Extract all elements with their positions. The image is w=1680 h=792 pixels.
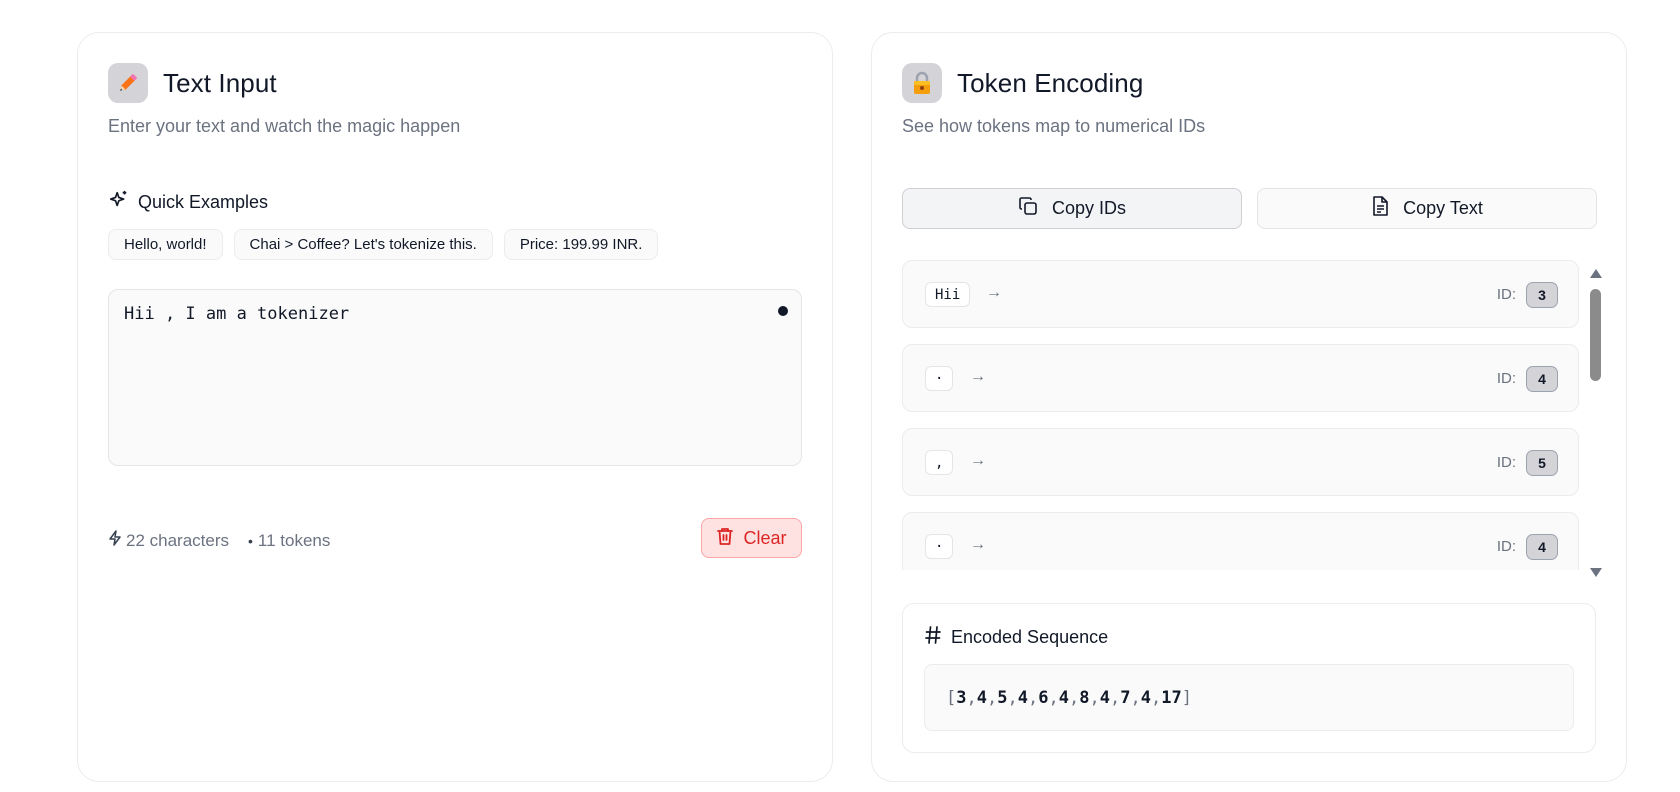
token-chip: · xyxy=(925,534,954,559)
sequence-id: 17 xyxy=(1161,687,1182,708)
sequence-comma: , xyxy=(966,687,977,708)
token-chip: , xyxy=(925,450,954,475)
token-id-badge: 5 xyxy=(1526,450,1558,476)
scroll-thumb[interactable] xyxy=(1590,289,1601,381)
example-chip-chai[interactable]: Chai > Coffee? Let's tokenize this. xyxy=(233,229,493,260)
sequence-comma: , xyxy=(1069,687,1080,708)
encoded-sequence-value: [3, 4, 5, 4, 6, 4, 8, 4, 7, 4, 17] xyxy=(924,664,1574,731)
copy-text-label: Copy Text xyxy=(1403,198,1483,218)
copy-text-button[interactable]: Copy Text xyxy=(1257,188,1597,229)
copy-buttons: Copy IDs Copy Text xyxy=(902,188,1597,229)
arrow-right-icon: → xyxy=(970,452,986,469)
token-row: Hii → ID: 3 xyxy=(902,260,1579,328)
stats-separator: • xyxy=(248,532,253,549)
sequence-id: 4 xyxy=(976,687,987,708)
token-id-badge: 4 xyxy=(1526,366,1558,392)
trash-icon xyxy=(716,526,734,551)
sequence-id: 8 xyxy=(1079,687,1090,708)
arrow-right-icon: → xyxy=(970,536,986,553)
token-encoding-subtitle: See how tokens map to numerical IDs xyxy=(902,116,1206,136)
pencil-icon xyxy=(108,63,148,103)
token-id-label: ID: xyxy=(1496,286,1516,303)
scroll-up-arrow-icon[interactable] xyxy=(1590,269,1602,278)
sequence-id: 4 xyxy=(1017,687,1028,708)
scroll-down-arrow-icon[interactable] xyxy=(1590,568,1602,577)
quick-examples-list: Hello, world! Chai > Coffee? Let's token… xyxy=(108,229,659,260)
sparkles-icon xyxy=(108,189,130,216)
sequence-comma: , xyxy=(1151,687,1162,708)
example-chip-hello[interactable]: Hello, world! xyxy=(108,229,223,260)
sequence-close-bracket: ] xyxy=(1181,687,1192,708)
sequence-comma: , xyxy=(1028,687,1039,708)
character-count: 22 characters xyxy=(126,530,229,550)
clear-button[interactable]: Clear xyxy=(701,518,802,558)
sequence-comma: , xyxy=(1048,687,1059,708)
arrow-right-icon: → xyxy=(970,368,986,385)
token-list-scrollbar[interactable] xyxy=(1588,269,1602,577)
token-list: Hii → ID: 3 · → ID: 4 , → ID: 5 · → ID: xyxy=(902,260,1579,570)
sequence-comma: , xyxy=(1130,687,1141,708)
token-row: · → ID: 4 xyxy=(902,344,1579,412)
encoded-sequence-header: Encoded Sequence xyxy=(925,626,1108,649)
copy-icon xyxy=(1018,196,1038,221)
token-id-label: ID: xyxy=(1496,454,1516,471)
clear-button-label: Clear xyxy=(743,527,787,548)
encoded-sequence-title: Encoded Sequence xyxy=(951,627,1109,647)
token-encoding-header: Token Encoding xyxy=(902,63,1143,103)
token-encoding-title: Token Encoding xyxy=(957,67,1144,98)
text-input-value: Hii , I am a tokenizer xyxy=(124,304,350,324)
file-text-icon xyxy=(1371,196,1389,221)
text-input-area[interactable]: Hii , I am a tokenizer xyxy=(108,289,802,466)
sequence-comma: , xyxy=(1089,687,1100,708)
example-chip-price[interactable]: Price: 199.99 INR. xyxy=(503,229,659,260)
token-row: · → ID: 4 xyxy=(902,512,1579,570)
text-input-subtitle: Enter your text and watch the magic happ… xyxy=(108,116,461,136)
hash-icon xyxy=(925,626,941,649)
sequence-id: 4 xyxy=(1058,687,1069,708)
page: Text Input Enter your text and watch the… xyxy=(0,0,1680,792)
token-id-badge: 3 xyxy=(1526,282,1558,308)
text-input-card: Text Input Enter your text and watch the… xyxy=(77,32,833,782)
token-row: , → ID: 5 xyxy=(902,428,1579,496)
sequence-id: 5 xyxy=(997,687,1008,708)
sequence-id: 6 xyxy=(1038,687,1049,708)
input-stats: 22 characters • 11 tokens xyxy=(108,530,330,551)
sequence-comma: , xyxy=(987,687,998,708)
sequence-open-bracket: [ xyxy=(946,687,957,708)
quick-examples-title: Quick Examples xyxy=(138,192,269,212)
status-dot xyxy=(778,306,788,316)
sequence-id: 7 xyxy=(1120,687,1131,708)
token-chip: · xyxy=(925,366,954,391)
copy-ids-label: Copy IDs xyxy=(1051,198,1127,218)
sequence-comma: , xyxy=(1007,687,1018,708)
sequence-comma: , xyxy=(1110,687,1121,708)
token-id-label: ID: xyxy=(1496,370,1516,387)
text-input-header: Text Input xyxy=(108,63,277,103)
arrow-right-icon: → xyxy=(986,284,1002,301)
sequence-id: 4 xyxy=(1099,687,1110,708)
lightning-icon xyxy=(108,530,122,551)
copy-ids-button[interactable]: Copy IDs xyxy=(902,188,1242,229)
token-id-badge: 4 xyxy=(1526,534,1558,560)
token-chip: Hii xyxy=(925,282,971,307)
quick-examples-header: Quick Examples xyxy=(108,189,268,216)
token-id-label: ID: xyxy=(1496,538,1516,555)
token-encoding-card: Token Encoding See how tokens map to num… xyxy=(871,32,1627,782)
token-count: 11 tokens xyxy=(257,530,331,550)
encoded-sequence-panel: Encoded Sequence [3, 4, 5, 4, 6, 4, 8, 4… xyxy=(902,603,1596,753)
sequence-id: 3 xyxy=(956,687,967,708)
text-input-title: Text Input xyxy=(163,67,277,98)
sequence-id: 4 xyxy=(1140,687,1151,708)
lock-icon xyxy=(902,63,942,103)
